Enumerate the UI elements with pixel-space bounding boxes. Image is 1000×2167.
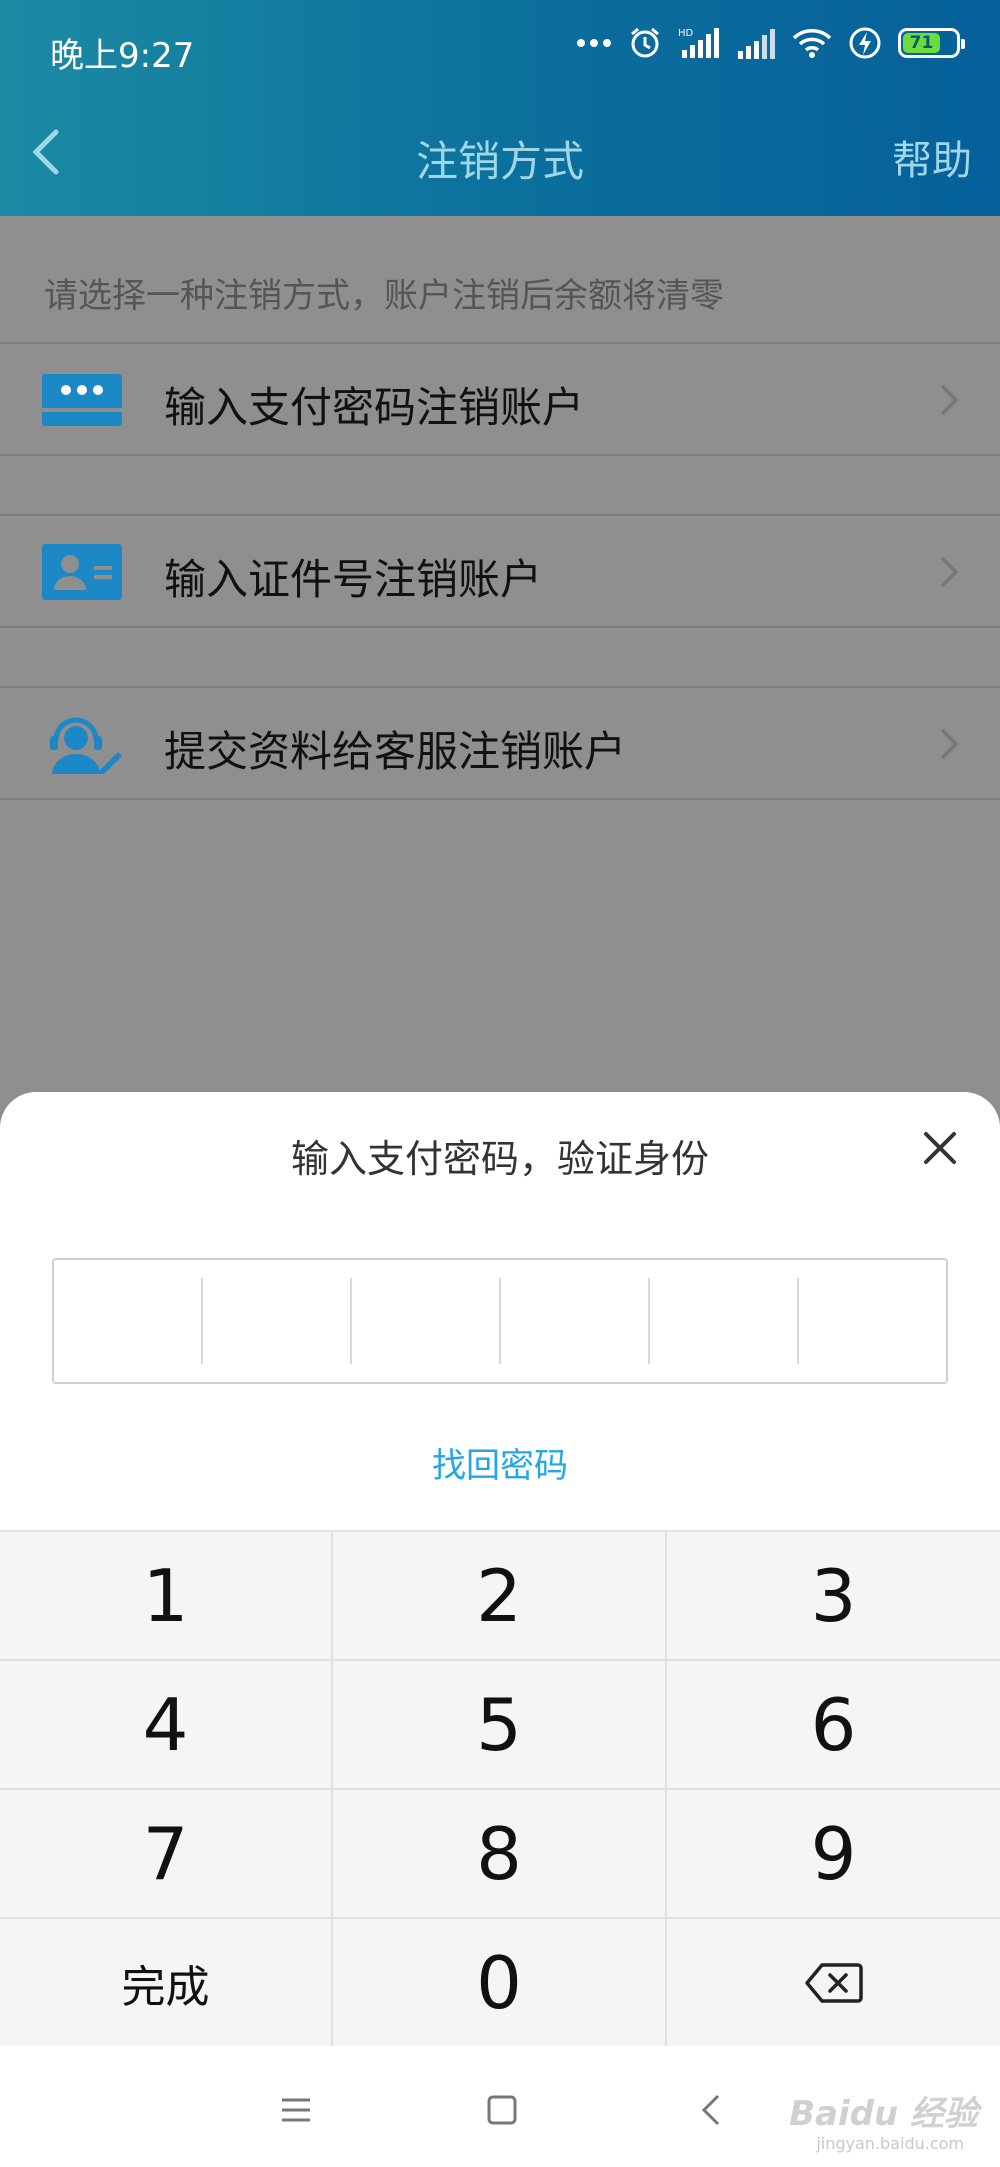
numeric-keypad: 1 2 3 4 5 6 7 8 9 完成 0: [0, 1530, 1000, 2048]
password-input[interactable]: [52, 1258, 948, 1384]
chevron-right-icon: [940, 384, 959, 416]
chevron-right-icon: [940, 556, 959, 588]
app-header: 晚上9:27 HD 71 注销方式 帮助: [0, 0, 1000, 216]
system-nav-bar: Baidu 经验 jingyan.baidu.com: [0, 2046, 1000, 2167]
id-card-icon: [42, 544, 122, 600]
charging-icon: [849, 27, 881, 59]
pin-digit-slot: [352, 1278, 501, 1364]
backspace-key[interactable]: [667, 1919, 1000, 2048]
nav-bar: 注销方式 帮助: [0, 100, 1000, 216]
signal-icon: [738, 29, 775, 59]
pin-digit-slot: [203, 1278, 352, 1364]
option-label: 输入支付密码注销账户: [164, 383, 585, 432]
status-bar: 晚上9:27 HD 71: [0, 0, 1000, 100]
key-7[interactable]: 7: [0, 1790, 333, 1919]
key-2[interactable]: 2: [333, 1532, 667, 1661]
customer-service-icon: [50, 717, 122, 774]
page-title: 注销方式: [415, 137, 584, 186]
key-6[interactable]: 6: [667, 1661, 1000, 1790]
backspace-icon: [804, 1962, 863, 2003]
dialog-title: 输入支付密码，验证身份: [290, 1137, 709, 1181]
key-0[interactable]: 0: [333, 1919, 667, 2048]
home-icon[interactable]: [482, 2090, 522, 2130]
option-id-card[interactable]: 输入证件号注销账户: [0, 514, 1000, 628]
pin-digit-slot: [650, 1278, 799, 1364]
key-1[interactable]: 1: [0, 1532, 333, 1661]
pin-digit-slot: [501, 1278, 650, 1364]
menu-icon[interactable]: [276, 2090, 316, 2130]
password-dialog: 输入支付密码，验证身份 找回密码 1 2 3 4 5 6 7 8 9 完成 0 …: [0, 1092, 1000, 2167]
battery-icon: 71: [898, 28, 965, 58]
hint-text: 请选择一种注销方式，账户注销后余额将清零: [44, 276, 724, 316]
watermark-url: jingyan.baidu.com: [816, 2134, 964, 2153]
svg-text:HD: HD: [678, 28, 694, 39]
key-4[interactable]: 4: [0, 1661, 333, 1790]
key-3[interactable]: 3: [667, 1532, 1000, 1661]
key-9[interactable]: 9: [667, 1790, 1000, 1919]
option-label: 输入证件号注销账户: [164, 555, 543, 604]
option-customer-service[interactable]: 提交资料给客服注销账户: [0, 686, 1000, 800]
status-icons: HD 71: [576, 26, 965, 60]
close-icon[interactable]: [918, 1126, 962, 1170]
key-5[interactable]: 5: [333, 1661, 667, 1790]
pin-digit-slot: [54, 1278, 203, 1364]
password-icon: [42, 374, 122, 426]
alarm-icon: [631, 27, 659, 58]
status-time: 晚上9:27: [50, 36, 195, 76]
done-key[interactable]: 完成: [0, 1919, 333, 2048]
forgot-password-link[interactable]: 找回密码: [0, 1438, 1000, 1487]
chevron-right-icon: [940, 728, 959, 760]
back-nav-icon[interactable]: [692, 2090, 732, 2130]
baidu-watermark: Baidu 经验: [789, 2094, 978, 2134]
option-label: 提交资料给客服注销账户: [164, 727, 627, 776]
signal-hd-icon: HD: [678, 28, 719, 58]
help-button[interactable]: 帮助: [892, 128, 972, 186]
more-dots-icon: [577, 39, 611, 47]
option-password[interactable]: 输入支付密码注销账户: [0, 342, 1000, 456]
battery-level: 71: [903, 33, 940, 53]
key-8[interactable]: 8: [333, 1790, 667, 1919]
wifi-icon: [792, 29, 832, 58]
pin-digit-slot: [799, 1278, 946, 1364]
